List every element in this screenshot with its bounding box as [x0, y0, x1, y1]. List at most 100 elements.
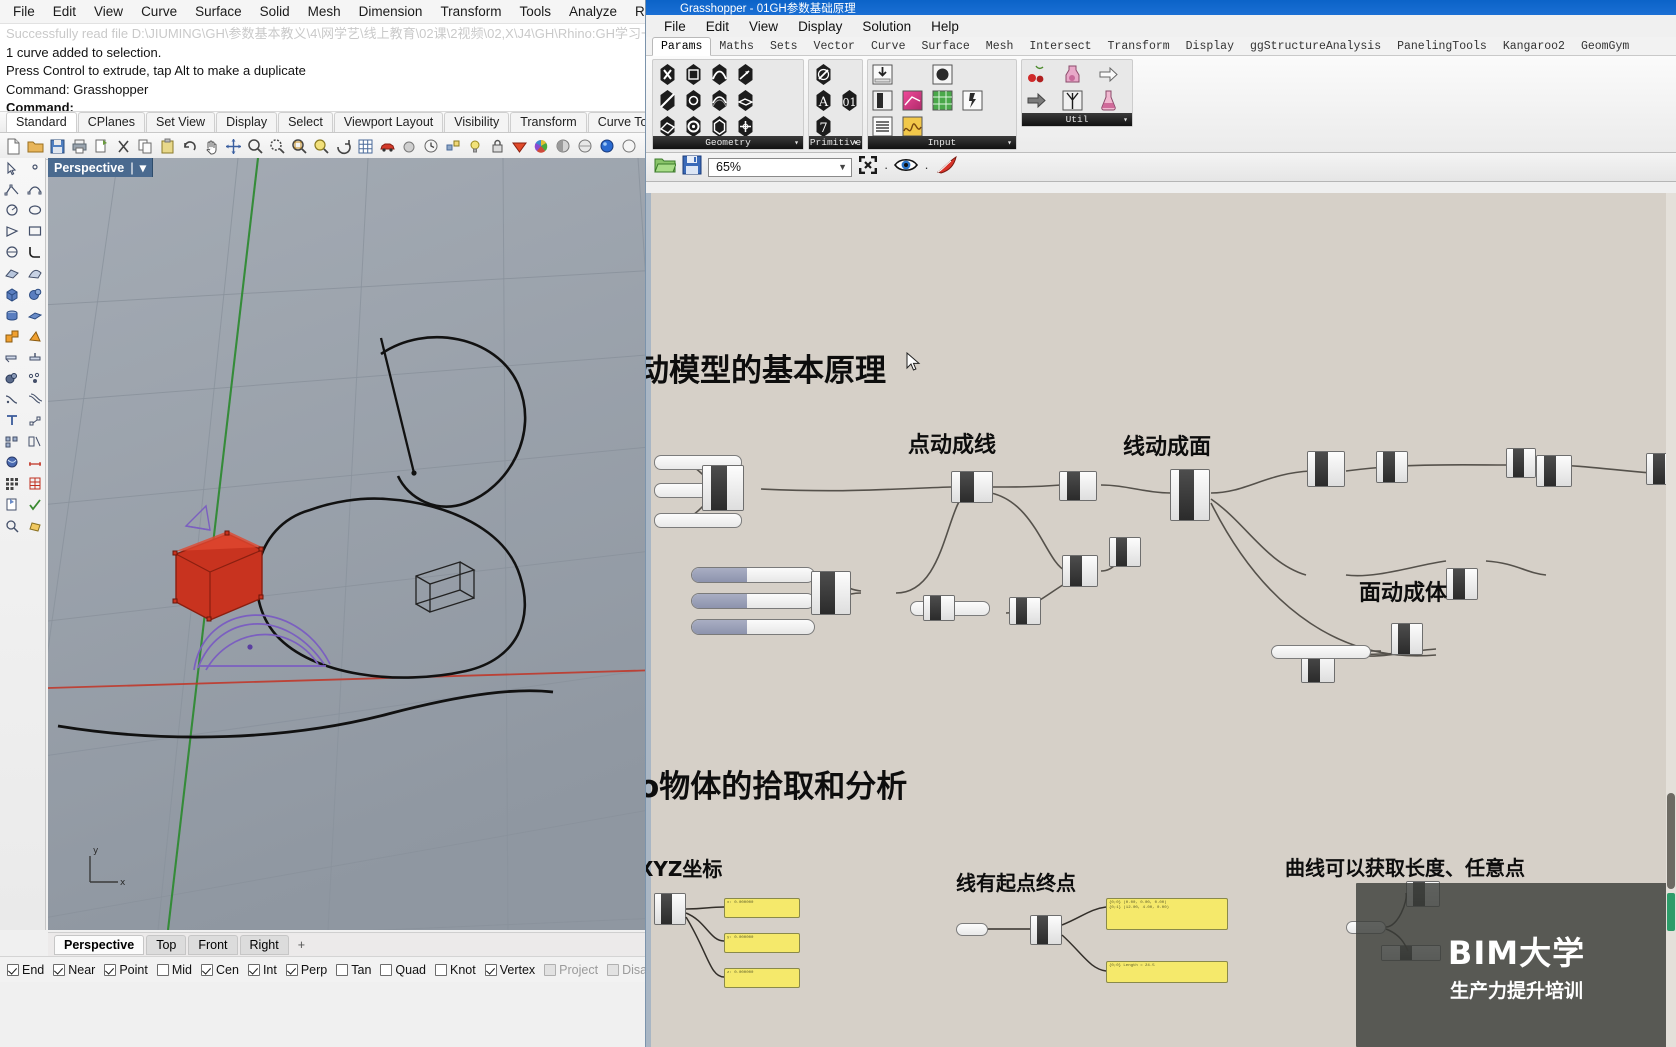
- ribbon-tab-surface[interactable]: Surface: [913, 38, 977, 55]
- toolbar-tab-set-view[interactable]: Set View: [145, 112, 216, 132]
- solid-extrude-icon[interactable]: [23, 305, 46, 326]
- check-mark-icon[interactable]: [23, 494, 46, 515]
- materials-icon[interactable]: [509, 136, 530, 157]
- menu-item-file[interactable]: File: [4, 2, 44, 21]
- zoom-extents-icon[interactable]: [267, 136, 288, 157]
- select-arrow-icon[interactable]: [0, 158, 23, 179]
- gh-menu-item-help[interactable]: Help: [921, 17, 969, 36]
- osnap-project[interactable]: Project: [544, 963, 598, 977]
- input-param-pill[interactable]: [1271, 645, 1371, 659]
- gh-menu-item-view[interactable]: View: [739, 17, 788, 36]
- ribbon-tab-ggstructureanalysis[interactable]: ggStructureAnalysis: [1242, 38, 1389, 55]
- gh-component-node[interactable]: [923, 595, 955, 621]
- arrow-right-icon[interactable]: [1024, 88, 1049, 113]
- gh-component-node[interactable]: [1376, 451, 1408, 483]
- chevron-down-icon[interactable]: ▾: [140, 160, 146, 175]
- osnap-near[interactable]: Near: [53, 963, 95, 977]
- zoom-level-select[interactable]: 65% ▼: [708, 157, 852, 177]
- arc-icon[interactable]: [0, 242, 23, 263]
- gh-component-node[interactable]: [951, 471, 993, 503]
- osnap-point[interactable]: Point: [104, 963, 148, 977]
- rhino-viewport[interactable]: Perspective | ▾ y x: [48, 158, 660, 930]
- move-icon[interactable]: [223, 136, 244, 157]
- boolean-difference-icon[interactable]: [23, 326, 46, 347]
- menu-item-surface[interactable]: Surface: [186, 2, 251, 21]
- boolean-union-icon[interactable]: [0, 326, 23, 347]
- grasshopper-canvas[interactable]: x: 0.000000 y: 0.000000 z: 0.000000 {0;0…: [646, 193, 1676, 1047]
- curve-tools-icon[interactable]: [0, 389, 23, 410]
- lock-icon[interactable]: [487, 136, 508, 157]
- gh-component-node[interactable]: [1391, 623, 1423, 655]
- value-list-icon[interactable]: [930, 88, 955, 113]
- slider-icon[interactable]: [870, 88, 895, 113]
- zoom-extents-icon[interactable]: [858, 155, 878, 180]
- point-object-icon[interactable]: [23, 158, 46, 179]
- menu-item-mesh[interactable]: Mesh: [299, 2, 350, 21]
- osnap-perp-checkbox[interactable]: [285, 963, 298, 976]
- save-disk-icon[interactable]: [47, 136, 68, 157]
- menu-item-tools[interactable]: Tools: [510, 2, 560, 21]
- file-input-icon[interactable]: [870, 62, 895, 87]
- ribbon-tab-mesh[interactable]: Mesh: [978, 38, 1022, 55]
- cylinder-solid-icon[interactable]: [0, 305, 23, 326]
- input-param-pill[interactable]: [654, 513, 742, 528]
- gradient-icon[interactable]: [900, 88, 925, 113]
- grasshopper-title-bar[interactable]: Grasshopper - 01GH参数基础原理: [646, 0, 1676, 15]
- display-shaded-icon[interactable]: [553, 136, 574, 157]
- menu-item-transform[interactable]: Transform: [431, 2, 510, 21]
- osnap-mid[interactable]: Mid: [156, 963, 192, 977]
- zoom-target-icon[interactable]: [311, 136, 332, 157]
- ribbon-tab-maths[interactable]: Maths: [711, 38, 762, 55]
- gh-component-node[interactable]: [654, 893, 686, 925]
- render-sphere-icon[interactable]: [0, 452, 23, 473]
- surface-param-icon[interactable]: [707, 88, 732, 113]
- extrude-curve-icon[interactable]: [0, 347, 23, 368]
- ribbon-tab-intersect[interactable]: Intersect: [1021, 38, 1099, 55]
- command-prompt[interactable]: Command:: [6, 99, 654, 111]
- display-arctic-icon[interactable]: [619, 136, 640, 157]
- paste-object-icon[interactable]: [0, 494, 23, 515]
- gh-panel[interactable]: {0;0} Length = 24.5: [1106, 961, 1228, 983]
- zoom-window-icon[interactable]: [245, 136, 266, 157]
- knob-icon[interactable]: [930, 62, 955, 87]
- rotate-view-icon[interactable]: [333, 136, 354, 157]
- toolbar-tab-viewport-layout[interactable]: Viewport Layout: [333, 112, 444, 132]
- gh-component-node[interactable]: [1446, 568, 1478, 600]
- osnap-tan[interactable]: Tan: [336, 963, 371, 977]
- number-slider[interactable]: [691, 593, 815, 609]
- osnap-near-checkbox[interactable]: [53, 963, 66, 976]
- color-wheel-icon[interactable]: [531, 136, 552, 157]
- menu-item-view[interactable]: View: [85, 2, 132, 21]
- gh-component-node[interactable]: [1030, 915, 1062, 945]
- menu-item-solid[interactable]: Solid: [251, 2, 299, 21]
- gh-menu-item-display[interactable]: Display: [788, 17, 852, 36]
- osnap-vertex-checkbox[interactable]: [484, 963, 497, 976]
- curve-control-points-icon[interactable]: [23, 179, 46, 200]
- osnap-tan-checkbox[interactable]: [336, 963, 349, 976]
- ribbon-tab-params[interactable]: Params: [652, 37, 712, 56]
- bake-icon[interactable]: [935, 155, 959, 180]
- menu-item-dimension[interactable]: Dimension: [350, 2, 432, 21]
- copy-to-clipboard-icon[interactable]: [91, 136, 112, 157]
- number-param-icon[interactable]: 01: [837, 88, 862, 113]
- save-disk-icon[interactable]: [682, 155, 702, 180]
- gh-component-node[interactable]: [1059, 471, 1097, 501]
- group-expand-arrow-icon[interactable]: ▾: [853, 138, 858, 148]
- mesh-from-surface-icon[interactable]: [0, 368, 23, 389]
- command-history-area[interactable]: Successfully read file D:\JIUMING\GH\参数基…: [0, 24, 660, 112]
- toolbar-tab-select[interactable]: Select: [278, 112, 333, 132]
- osnap-quad[interactable]: Quad: [380, 963, 426, 977]
- group-expand-arrow-icon[interactable]: ▾: [794, 138, 799, 148]
- osnap-knot[interactable]: Knot: [435, 963, 476, 977]
- gh-component-node[interactable]: [702, 465, 744, 511]
- point-grid-icon[interactable]: [23, 410, 46, 431]
- display-ghosted-icon[interactable]: [575, 136, 596, 157]
- analyze-icon[interactable]: [0, 515, 23, 536]
- osnap-cen-checkbox[interactable]: [201, 963, 213, 976]
- text-object-icon[interactable]: [0, 410, 23, 431]
- gh-component-node[interactable]: [1307, 451, 1345, 487]
- copy-icon[interactable]: [135, 136, 156, 157]
- osnap-quad-checkbox[interactable]: [380, 963, 393, 976]
- gh-component-node[interactable]: [1062, 555, 1098, 587]
- polyline-icon[interactable]: [0, 179, 23, 200]
